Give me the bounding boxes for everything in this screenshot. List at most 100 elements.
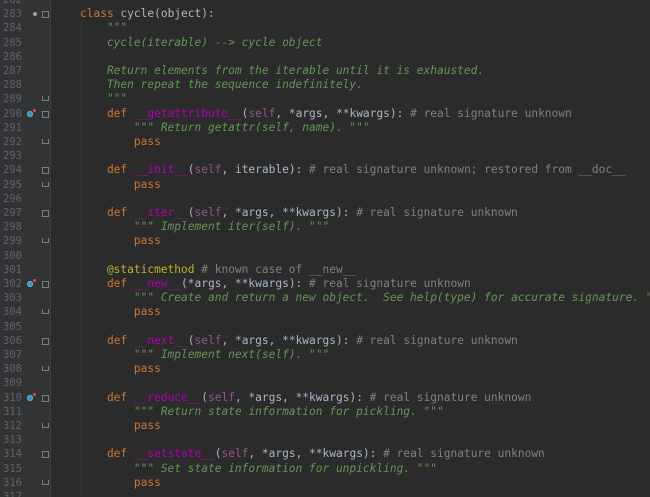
fold-open-icon[interactable] — [42, 210, 49, 217]
line-number: 292 — [3, 136, 22, 148]
line-number: 309 — [3, 377, 22, 390]
code-token: """ — [80, 21, 128, 35]
code-token: # real signature unknown — [383, 447, 545, 461]
code-line[interactable]: """ Implement iter(self). """ — [80, 220, 329, 234]
code-line[interactable]: class cycle(object): — [80, 7, 215, 21]
code-token: # real signature unknown — [369, 390, 532, 404]
code-token: def — [80, 206, 134, 219]
code-token: , iterable): — [221, 163, 310, 177]
fold-end-icon[interactable] — [42, 309, 49, 315]
code-token: def — [80, 163, 134, 177]
fold-end-icon[interactable] — [42, 181, 49, 187]
fold-end-icon[interactable] — [42, 423, 49, 428]
code-line[interactable]: def __init__(self, iterable): # real sig… — [80, 163, 626, 177]
code-token: ( — [187, 163, 195, 177]
code-token: def — [80, 277, 134, 290]
code-line[interactable]: @staticmethod # known case of __new__ — [80, 263, 356, 277]
code-token: (*args, **kwargs): — [181, 277, 310, 290]
code-token: self — [208, 390, 235, 404]
code-token: , *args, **kwargs): — [275, 106, 411, 120]
code-line[interactable]: pass — [80, 476, 161, 490]
line-number: 285 — [3, 36, 22, 49]
code-line[interactable]: """ Return state information for picklin… — [80, 405, 444, 419]
code-line[interactable]: def __getattribute__(self, *args, **kwar… — [80, 107, 572, 121]
code-token: , *args, **kwargs): — [221, 206, 357, 219]
code-token: pass — [80, 135, 161, 148]
code-token: ( — [187, 206, 195, 219]
override-method-icon[interactable] — [27, 110, 33, 117]
fold-open-icon[interactable] — [42, 451, 49, 459]
code-token: self — [194, 206, 222, 219]
code-line[interactable]: cycle(iterable) --> cycle object — [80, 36, 323, 50]
code-line[interactable]: pass — [80, 234, 161, 248]
fold-open-icon[interactable] — [42, 394, 49, 402]
line-number: 295 — [3, 178, 22, 191]
code-token: self — [194, 163, 222, 177]
code-token: self — [248, 106, 276, 120]
code-line[interactable]: """ Return getattr(self, name). """ — [80, 121, 370, 135]
override-arrow-icon — [33, 279, 36, 282]
code-token: """ Implement iter(self). """ — [80, 220, 330, 234]
code-token: __iter__ — [133, 206, 188, 219]
code-line[interactable]: """ — [80, 92, 127, 106]
line-number: 290 — [3, 107, 22, 120]
line-number: 317 — [3, 491, 22, 497]
line-number: 289 — [3, 93, 22, 106]
fold-end-icon[interactable] — [42, 238, 49, 244]
code-token: # real signature unknown; restored from … — [309, 163, 626, 177]
fold-end-icon[interactable] — [42, 366, 49, 372]
code-line[interactable]: """ Create and return a new object. See … — [80, 291, 650, 305]
line-number: 304 — [3, 306, 22, 319]
line-number: 298 — [3, 221, 22, 234]
code-editor[interactable]: 282 283 284 285 286 287 288 289 290 291 292 293 294 2… — [0, 0, 650, 497]
code-line[interactable]: pass — [80, 135, 161, 149]
code-line[interactable]: pass — [80, 305, 161, 319]
code-line[interactable]: pass — [80, 362, 161, 376]
code-line[interactable]: pass — [80, 178, 161, 192]
line-number: 312 — [3, 420, 22, 432]
code-token: # real signature unknown — [356, 206, 518, 219]
code-line[interactable]: def __iter__(self, *args, **kwargs): # r… — [80, 206, 518, 220]
line-number: 297 — [3, 207, 22, 219]
line-number: 293 — [3, 150, 22, 163]
indent-guide — [81, 21, 82, 497]
code-token: __new__ — [133, 277, 182, 290]
fold-end-icon[interactable] — [42, 139, 49, 144]
code-token: class — [80, 7, 121, 21]
line-number: 294 — [3, 164, 22, 177]
line-number: 296 — [3, 192, 22, 205]
code-line[interactable]: """ — [80, 21, 127, 35]
code-line[interactable]: """ Set state information for unpickling… — [80, 462, 437, 476]
code-line[interactable]: Return elements from the iterable until … — [80, 64, 484, 78]
code-token: def — [80, 390, 134, 404]
code-area[interactable]: class cycle(object): """ cycle(iterable)… — [51, 0, 650, 497]
code-token: # real signature unknown — [356, 333, 518, 347]
line-number: 316 — [3, 476, 22, 489]
code-line[interactable]: def __new__(*args, **kwargs): # real sig… — [80, 277, 471, 291]
fold-open-icon[interactable] — [42, 167, 49, 175]
line-number-gutter[interactable]: 282 283 284 285 286 287 288 289 290 291 292 293 294 2… — [0, 0, 51, 497]
code-token: ( — [187, 333, 195, 347]
fold-open-icon[interactable] — [42, 281, 49, 288]
line-number: 307 — [3, 349, 22, 361]
code-token: """ Set state information for unpickling… — [80, 461, 437, 475]
code-token: """ — [80, 92, 128, 106]
override-method-icon[interactable] — [27, 394, 33, 401]
override-arrow-icon — [33, 392, 36, 396]
override-arrow-icon — [33, 108, 36, 112]
code-line[interactable]: pass — [80, 419, 161, 433]
code-token: __setstate__ — [133, 447, 215, 461]
code-line[interactable]: def __setstate__(self, *args, **kwargs):… — [80, 447, 545, 461]
fold-open-icon[interactable] — [42, 110, 49, 118]
code-line[interactable]: Then repeat the sequence indefinitely. — [80, 78, 363, 92]
code-line[interactable]: def __next__(self, *args, **kwargs): # r… — [80, 334, 518, 348]
override-method-icon[interactable] — [27, 281, 33, 287]
fold-open-icon[interactable] — [42, 11, 49, 19]
fold-end-icon[interactable] — [42, 479, 49, 485]
fold-open-icon[interactable] — [42, 337, 49, 345]
code-line[interactable]: def __reduce__(self, *args, **kwargs): #… — [80, 391, 531, 405]
code-token: """ Return state information for picklin… — [80, 404, 444, 418]
fold-end-icon[interactable] — [42, 96, 49, 102]
code-line[interactable]: """ Implement next(self). """ — [80, 348, 329, 362]
line-number: 313 — [3, 434, 22, 447]
